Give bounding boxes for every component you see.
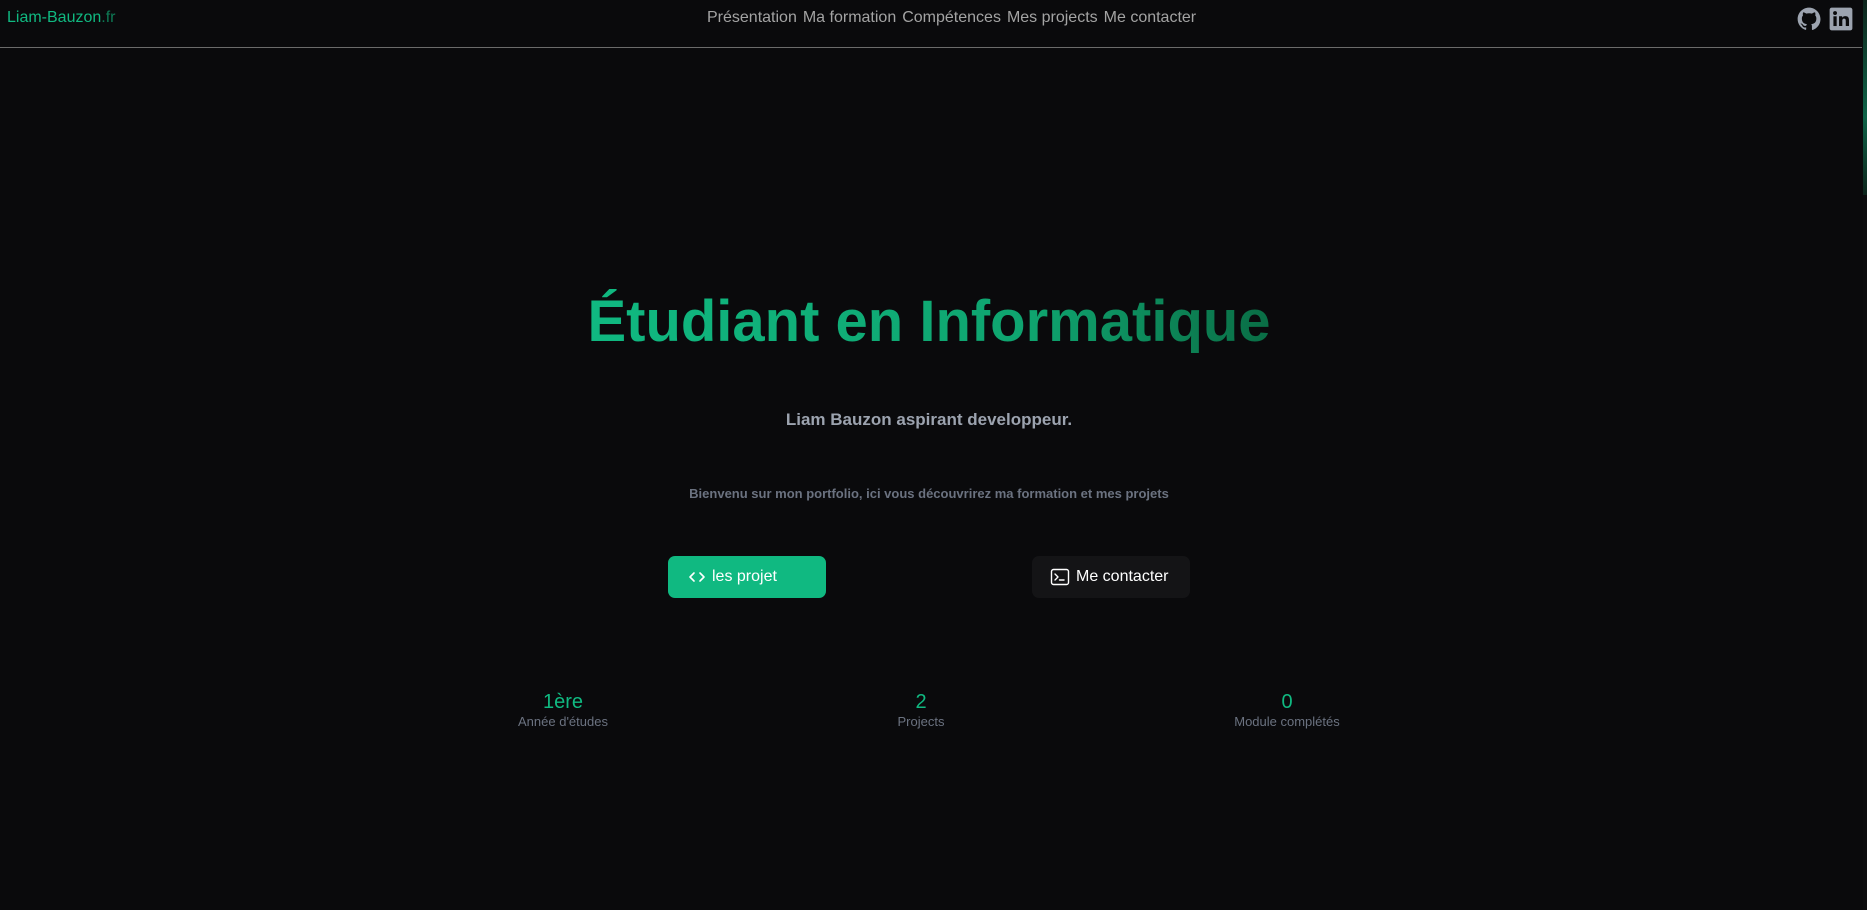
site-header: Liam-Bauzon.fr Présentation Ma formation…: [0, 0, 1862, 48]
nav-link-projects[interactable]: Mes projects: [1007, 9, 1098, 27]
nav-link-competences[interactable]: Compétences: [902, 9, 1001, 27]
scrollbar[interactable]: [1863, 0, 1867, 910]
code-brackets-icon: [689, 572, 705, 582]
github-link[interactable]: [1796, 6, 1822, 32]
github-icon: [1797, 7, 1821, 30]
stat-label: Année d'études: [518, 714, 608, 729]
terminal-icon: [1050, 568, 1070, 586]
nav-link-formation[interactable]: Ma formation: [803, 9, 896, 27]
stat-year: 1ère Année d'études: [443, 690, 683, 730]
hero-title: Étudiant en Informatique: [0, 288, 1858, 356]
stat-label: Projects: [897, 714, 945, 729]
page: Liam-Bauzon.fr Présentation Ma formation…: [0, 0, 1867, 910]
stat-projects: 2 Projects: [801, 690, 1041, 730]
projects-button[interactable]: les projet: [668, 556, 826, 598]
social-links: [1796, 6, 1854, 32]
contact-button-label: Me contacter: [1076, 568, 1169, 585]
hero-tagline: Bienvenu sur mon portfolio, ici vous déc…: [689, 486, 1169, 501]
projects-button-label: les projet: [712, 568, 777, 585]
contact-button[interactable]: Me contacter: [1032, 556, 1190, 598]
nav-link-presentation[interactable]: Présentation: [707, 9, 797, 27]
scrollbar-thumb[interactable]: [1863, 0, 1867, 195]
nav-link-contact[interactable]: Me contacter: [1104, 9, 1196, 27]
linkedin-icon: [1829, 7, 1853, 31]
stat-value: 1ère: [542, 691, 584, 713]
linkedin-link[interactable]: [1828, 6, 1854, 32]
logo-tld: .fr: [101, 9, 116, 26]
site-logo-link[interactable]: Liam-Bauzon.fr: [7, 9, 116, 27]
hero-subtitle: Liam Bauzon aspirant developpeur.: [785, 410, 1073, 429]
main-nav: Présentation Ma formation Compétences Me…: [707, 9, 1202, 27]
hero-title-text: Étudiant en Informatique: [587, 289, 1271, 354]
stat-value: 2: [915, 691, 927, 713]
stat-value: 0: [1281, 691, 1293, 713]
stat-modules: 0 Module complétés: [1167, 690, 1407, 730]
logo-name: Liam-Bauzon: [7, 9, 102, 26]
stat-label: Module complétés: [1234, 714, 1340, 729]
